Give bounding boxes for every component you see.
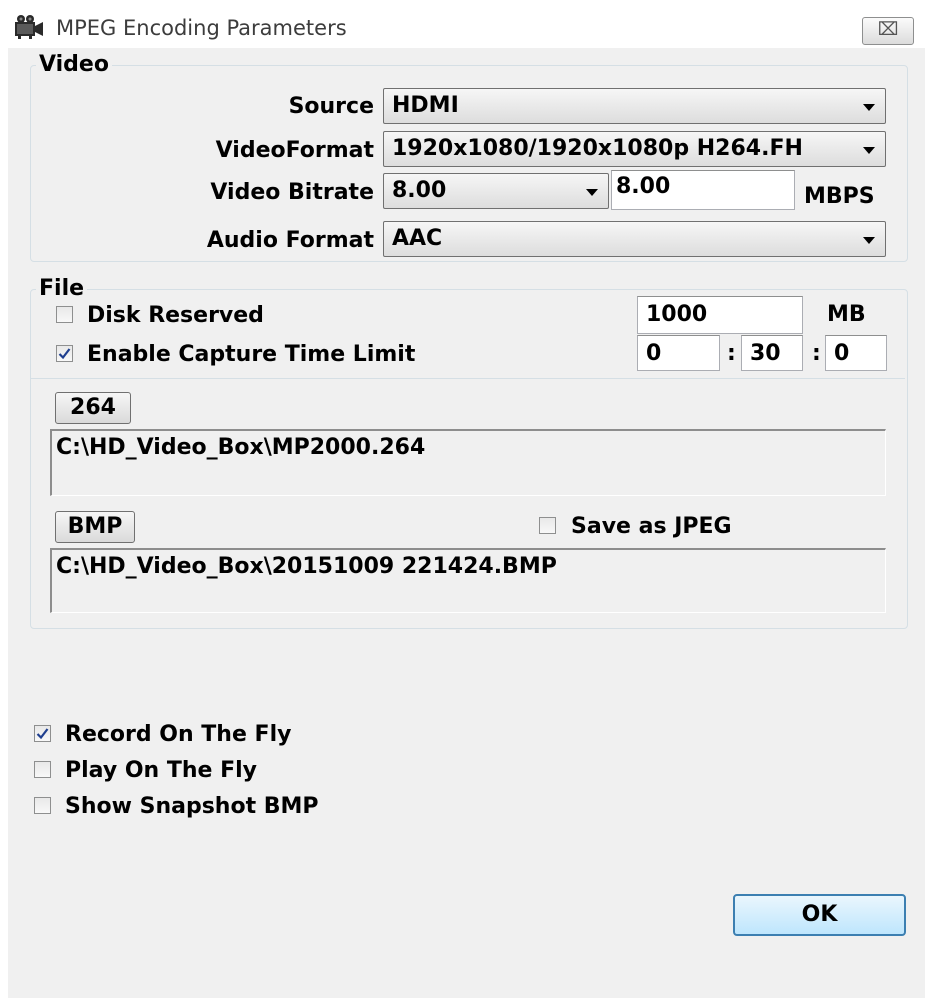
video-group-label: Video <box>36 52 112 77</box>
window-title: MPEG Encoding Parameters <box>56 16 347 40</box>
disk-reserved-unit: MB <box>827 302 866 327</box>
audio-format-label: Audio Format <box>206 228 374 253</box>
title-bar: MPEG Encoding Parameters ⌧ <box>8 8 925 48</box>
h264-path-field: C:\HD_Video_Box\MP2000.264 <box>50 429 886 496</box>
video-format-label: VideoFormat <box>215 138 374 163</box>
play-on-the-fly-label: Play On The Fly <box>65 758 258 783</box>
file-separator <box>31 378 905 379</box>
save-as-jpeg-label: Save as JPEG <box>571 514 732 539</box>
time-minutes-value: 30 <box>750 341 781 366</box>
time-minutes-input[interactable]: 30 <box>741 335 803 371</box>
play-on-the-fly-checkbox[interactable] <box>34 761 51 778</box>
checkmark-icon <box>58 348 71 360</box>
source-label: Source <box>288 94 374 119</box>
disk-reserved-label: Disk Reserved <box>87 303 264 328</box>
time-hours-value: 0 <box>646 341 662 366</box>
ok-button[interactable]: OK <box>733 894 906 936</box>
save-as-jpeg-checkbox[interactable] <box>539 517 556 534</box>
disk-reserved-input[interactable]: 1000 <box>637 296 803 334</box>
disk-reserved-checkbox[interactable] <box>56 306 73 323</box>
chevron-down-icon <box>863 237 875 244</box>
audio-format-select[interactable]: AAC <box>383 221 886 257</box>
capture-time-limit-checkbox[interactable] <box>56 345 73 362</box>
video-bitrate-select[interactable]: 8.00 <box>383 173 609 209</box>
chevron-down-icon <box>863 147 875 154</box>
video-format-value: 1920x1080/1920x1080p H264.FH <box>392 136 803 161</box>
dialog-window: MPEG Encoding Parameters ⌧ Video Source … <box>8 8 925 998</box>
time-seconds-input[interactable]: 0 <box>825 335 887 371</box>
bmp-browse-button[interactable]: BMP <box>55 511 135 543</box>
source-select[interactable]: HDMI <box>383 88 886 124</box>
close-button[interactable]: ⌧ <box>862 17 914 45</box>
record-on-the-fly-label: Record On The Fly <box>65 722 292 747</box>
video-bitrate-input[interactable]: 8.00 <box>611 170 795 210</box>
show-snapshot-bmp-label: Show Snapshot BMP <box>65 794 319 819</box>
chevron-down-icon <box>863 104 875 111</box>
h264-browse-button[interactable]: 264 <box>55 392 131 424</box>
video-bitrate-label: Video Bitrate <box>210 180 374 205</box>
video-bitrate-input-value: 8.00 <box>616 174 671 199</box>
file-group-label: File <box>36 276 88 301</box>
chevron-down-icon <box>586 189 598 196</box>
video-format-select[interactable]: 1920x1080/1920x1080p H264.FH <box>383 131 886 167</box>
source-value: HDMI <box>392 93 459 118</box>
time-hours-input[interactable]: 0 <box>637 335 720 371</box>
capture-time-limit-label: Enable Capture Time Limit <box>87 342 416 367</box>
video-bitrate-select-value: 8.00 <box>392 178 447 203</box>
time-seconds-value: 0 <box>834 341 850 366</box>
h264-path-value: C:\HD_Video_Box\MP2000.264 <box>56 435 426 460</box>
show-snapshot-bmp-checkbox[interactable] <box>34 797 51 814</box>
bitrate-unit-label: MBPS <box>804 184 875 209</box>
audio-format-value: AAC <box>392 226 443 251</box>
record-on-the-fly-checkbox[interactable] <box>34 725 51 742</box>
disk-reserved-value: 1000 <box>646 302 708 327</box>
time-separator: : <box>727 341 736 366</box>
bmp-path-value: C:\HD_Video_Box\20151009 221424.BMP <box>56 554 557 579</box>
time-separator: : <box>812 341 821 366</box>
bmp-path-field: C:\HD_Video_Box\20151009 221424.BMP <box>50 548 886 613</box>
camera-icon <box>14 14 44 40</box>
close-icon: ⌧ <box>877 19 899 40</box>
checkmark-icon <box>36 728 49 740</box>
